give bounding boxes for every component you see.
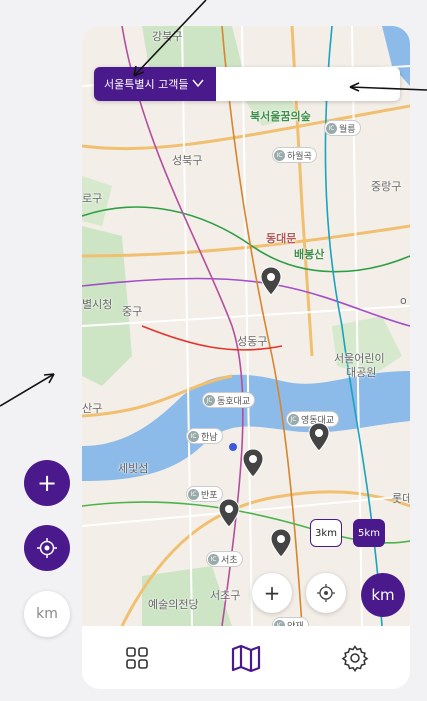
my-location-button[interactable] <box>306 573 346 613</box>
nav-item-settings[interactable] <box>325 638 385 678</box>
radius-km-button[interactable]: km <box>361 573 405 617</box>
chevron-down-icon <box>192 77 205 91</box>
add-customer-button[interactable]: + <box>24 460 70 506</box>
customer-pin-icon[interactable] <box>270 528 292 558</box>
ic-label-yangjae: IC양재 <box>272 617 309 626</box>
map-label-gangbuk: 강북구 <box>152 30 183 43</box>
ic-badge-icon: IC <box>326 122 337 134</box>
map-label-sebitseom: 세빛섬 <box>118 462 149 475</box>
map-label-o: o <box>400 294 407 307</box>
map-label-seocho: 서초구 <box>210 589 241 602</box>
customer-pin-icon[interactable] <box>242 448 264 478</box>
zoom-in-button[interactable]: + <box>252 573 292 613</box>
ic-badge-icon: IC <box>188 430 199 442</box>
customer-pin-icon[interactable] <box>218 498 240 528</box>
map-label-seongbuk: 성북구 <box>172 154 203 167</box>
ic-badge-icon: JC <box>288 413 299 425</box>
ic-badge-icon: JC <box>204 394 215 406</box>
region-select-dropdown[interactable]: 서울특별시 고객들 <box>94 67 216 101</box>
map-label-jungnang: 중랑구 <box>371 180 402 193</box>
radius-5km-button[interactable]: 5km <box>353 519 385 547</box>
map-label-junggu: 중구 <box>122 305 143 318</box>
customer-pin-icon[interactable] <box>308 422 330 452</box>
map-label-dongdaemun: 동대문 <box>266 232 297 245</box>
map-view[interactable]: 강북구 성북구 로구 중랑구 동대문 배봉산 별시청 중구 성동구 서울어린이 … <box>82 26 410 626</box>
map-label-lotte: 롯데 <box>392 492 410 505</box>
ic-badge-icon: IC <box>188 488 199 500</box>
grid-icon <box>125 646 148 669</box>
map-label-seongdong: 성동구 <box>237 335 268 348</box>
region-selector-bar: 서울특별시 고객들 <box>94 67 400 101</box>
customer-pin-icon[interactable] <box>260 266 282 296</box>
map-label-jongno: 로구 <box>82 192 103 205</box>
phone-screen: 강북구 성북구 로구 중랑구 동대문 배봉산 별시청 중구 성동구 서울어린이 … <box>82 26 410 689</box>
ic-label-seocho: IC 서초 <box>206 551 243 567</box>
side-km-button[interactable]: km <box>24 591 70 637</box>
nav-item-map[interactable] <box>216 638 276 678</box>
ic-badge-icon: IC <box>208 553 219 565</box>
ic-badge-icon: IC <box>274 149 285 161</box>
nav-item-grid[interactable] <box>107 638 167 678</box>
current-location-dot <box>229 443 237 451</box>
side-location-button[interactable] <box>24 525 70 571</box>
map-label-childpark-2: 대공원 <box>346 366 377 379</box>
radius-3km-button[interactable]: 3km <box>310 519 342 547</box>
bottom-navigation <box>82 626 410 689</box>
map-label-yongsan: 산구 <box>82 402 103 415</box>
map-label-artscenter: 예술의전당 <box>148 598 199 611</box>
map-label-bukseoul: 북서울꿈의숲 <box>250 110 311 123</box>
ic-label-wolgye: IC 월릉 <box>324 120 361 136</box>
map-icon <box>231 644 261 672</box>
ic-label-dongho: JC 동호대교 <box>202 392 256 408</box>
ic-label-hawolgok: IC 하월곡 <box>272 147 317 163</box>
crosshair-icon <box>317 584 335 602</box>
ic-label-hannam: IC 한남 <box>186 428 223 444</box>
crosshair-icon <box>37 538 57 558</box>
map-label-cityhall: 별시청 <box>82 298 113 311</box>
region-select-label: 서울특별시 고객들 <box>104 78 189 91</box>
map-label-baebongsan: 배봉산 <box>294 248 325 261</box>
gear-icon <box>341 644 369 672</box>
